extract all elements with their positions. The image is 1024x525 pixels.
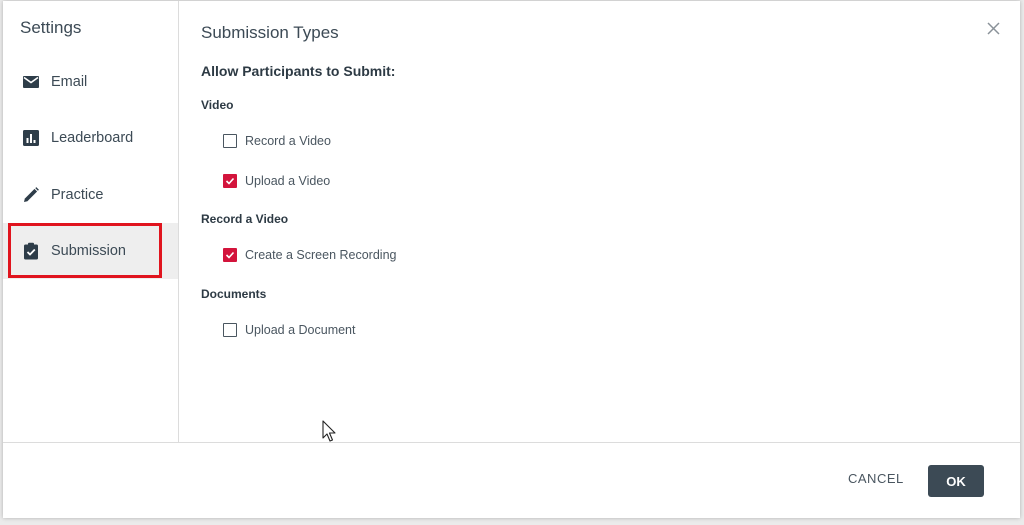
screen-recording-checkbox-row[interactable]: Create a Screen Recording <box>223 248 396 262</box>
close-button[interactable] <box>983 18 1003 38</box>
upload-document-checkbox[interactable] <box>223 323 237 337</box>
checkbox-label: Upload a Video <box>245 174 331 188</box>
close-icon <box>986 21 1000 35</box>
sidebar-item-leaderboard[interactable]: Leaderboard <box>3 110 178 166</box>
sidebar-item-submission[interactable]: Submission <box>3 223 178 279</box>
group-label-video: Video <box>201 98 234 112</box>
upload-document-checkbox-row[interactable]: Upload a Document <box>223 323 355 337</box>
bar-chart-icon <box>22 129 40 147</box>
pencil-icon <box>22 186 40 204</box>
upload-video-checkbox-row[interactable]: Upload a Video <box>223 174 330 188</box>
checkbox-label: Upload a Document <box>245 323 356 337</box>
envelope-icon <box>22 73 40 91</box>
checkbox-label: Create a Screen Recording <box>245 248 397 262</box>
record-video-checkbox-row[interactable]: Record a Video <box>223 134 331 148</box>
section-subheading: Allow Participants to Submit: <box>201 63 396 79</box>
mouse-cursor-icon <box>322 420 338 444</box>
sidebar-item-email[interactable]: Email <box>3 54 178 110</box>
checkmark-icon <box>225 251 235 259</box>
sidebar-item-label: Leaderboard <box>51 130 134 146</box>
cancel-button[interactable]: CANCEL <box>848 471 904 486</box>
upload-video-checkbox[interactable] <box>223 174 237 188</box>
settings-sidebar: Settings Email Leaderboard Practice Subm… <box>3 1 179 442</box>
sidebar-item-practice[interactable]: Practice <box>3 167 178 223</box>
dialog-footer: CANCEL OK <box>3 442 1020 518</box>
sidebar-title: Settings <box>20 18 82 37</box>
sidebar-item-label: Submission <box>51 243 126 259</box>
checkmark-icon <box>225 177 235 185</box>
clipboard-check-icon <box>22 242 40 260</box>
group-label-record-video: Record a Video <box>201 212 289 226</box>
page-title: Submission Types <box>201 23 339 42</box>
checkbox-label: Record a Video <box>245 134 331 148</box>
sidebar-item-label: Practice <box>51 187 104 203</box>
sidebar-item-label: Email <box>51 74 88 90</box>
group-label-documents: Documents <box>201 287 267 301</box>
ok-button[interactable]: OK <box>928 465 984 497</box>
record-video-checkbox[interactable] <box>223 134 237 148</box>
screen-recording-checkbox[interactable] <box>223 248 237 262</box>
settings-dialog: Settings Email Leaderboard Practice Subm… <box>3 1 1020 518</box>
